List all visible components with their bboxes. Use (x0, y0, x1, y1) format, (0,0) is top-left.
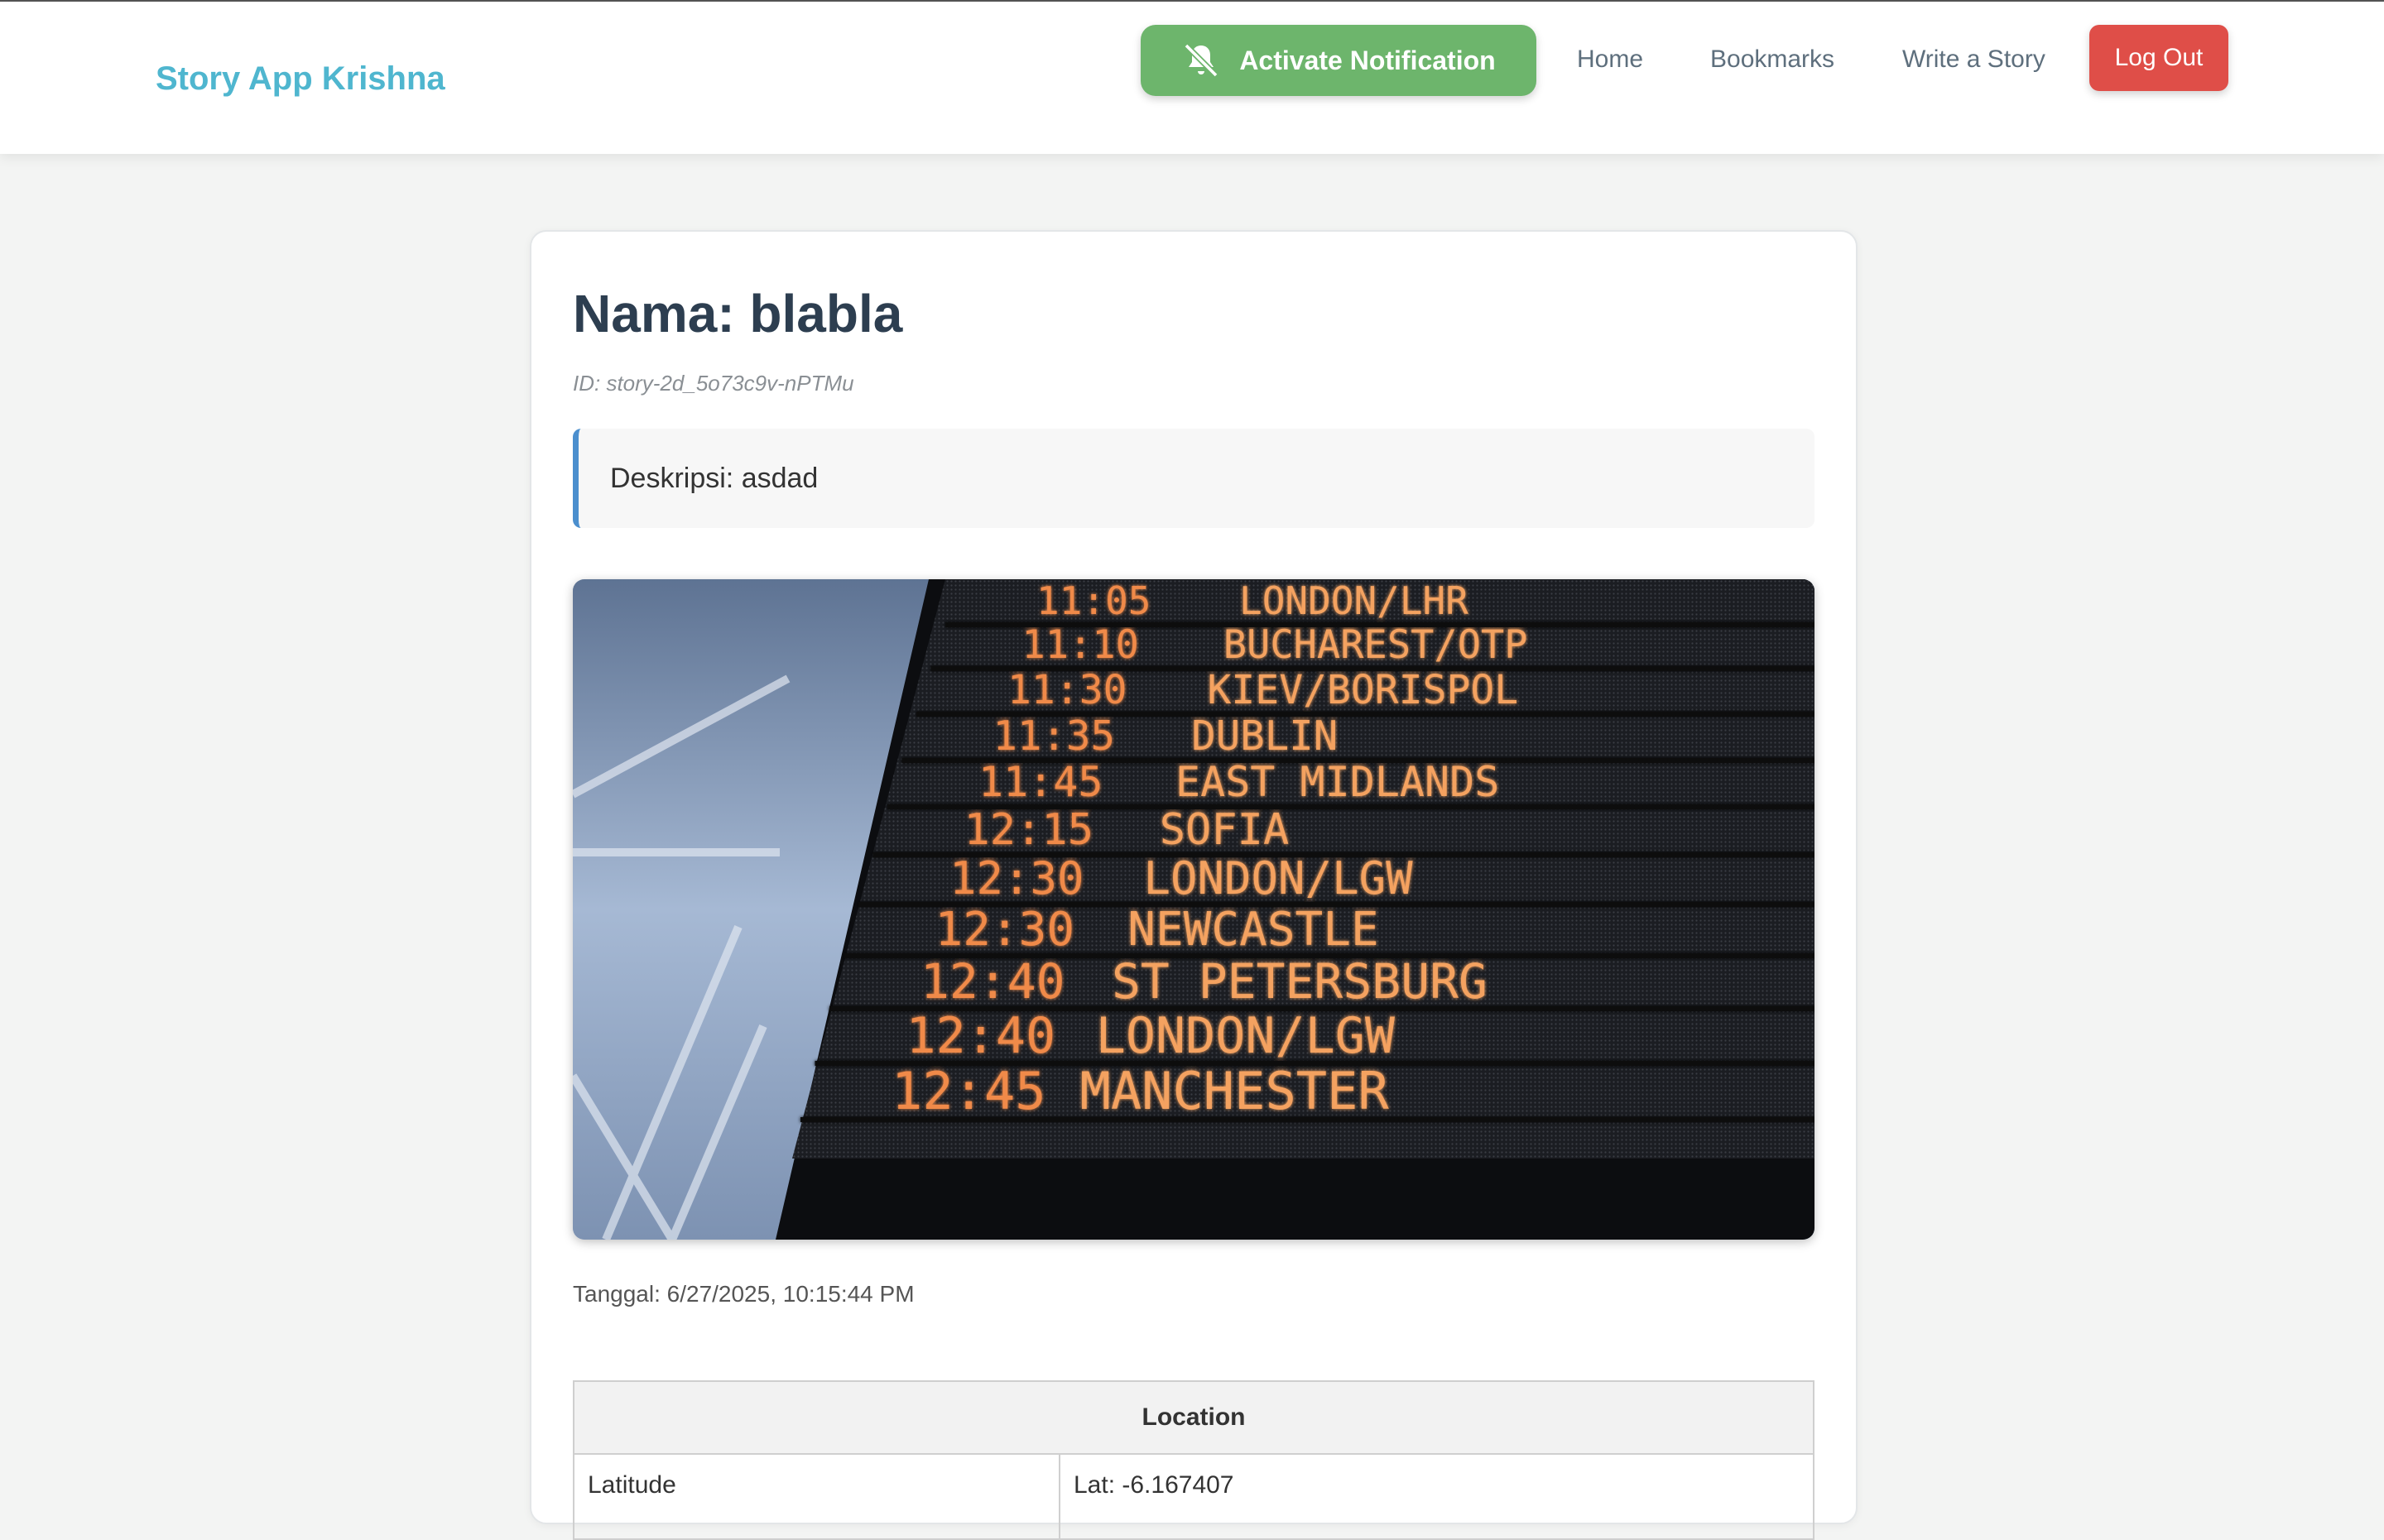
story-id: ID: story-2d_5o73c9v-nPTMu (573, 371, 854, 396)
board-time: 11:10 (1022, 622, 1139, 668)
board-time: 12:40 (906, 1007, 1056, 1065)
board-destination: LONDON/LGW (1144, 852, 1414, 904)
board-destination: BUCHAREST/OTP (1223, 622, 1528, 668)
board-time: 12:15 (964, 805, 1094, 855)
board-destination: EAST MIDLANDS (1175, 758, 1499, 806)
location-table-header: Location (573, 1380, 1814, 1455)
story-description-text: Deskripsi: asdad (610, 462, 819, 494)
location-table: Location Latitude Lat: -6.167407 (573, 1380, 1814, 1540)
board-time: 11:45 (978, 758, 1103, 806)
nav-write-story[interactable]: Write a Story (1902, 43, 2045, 76)
app-header: Story App Krishna Activate Notification … (0, 2, 2384, 154)
board-time: 11:05 (1036, 579, 1151, 623)
board-time: 12:30 (935, 903, 1075, 957)
activate-notification-label: Activate Notification (1239, 45, 1496, 75)
nav-bookmarks[interactable]: Bookmarks (1710, 43, 1834, 76)
story-detail-card: Nama: blabla ID: story-2d_5o73c9v-nPTMu … (530, 230, 1858, 1540)
story-description: Deskripsi: asdad (573, 429, 1814, 528)
story-name: Nama: blabla (573, 284, 903, 343)
board-destination: LONDON/LGW (1096, 1007, 1396, 1065)
main-nav: Activate Notification Home Bookmarks Wri… (0, 25, 2384, 99)
board-time: 11:30 (1007, 667, 1127, 713)
board-time: 11:35 (993, 712, 1116, 760)
board-destination: DUBLIN (1191, 712, 1338, 760)
board-destination: SOFIA (1160, 805, 1290, 855)
board-destination: KIEV/BORISPOL (1208, 667, 1519, 713)
latitude-label: Latitude (573, 1453, 1060, 1540)
bell-off-icon (1184, 43, 1218, 78)
board-destination: MANCHESTER (1080, 1061, 1390, 1121)
latitude-value: Lat: -6.167407 (1059, 1453, 1814, 1540)
story-date: Tanggal: 6/27/2025, 10:15:44 PM (573, 1281, 915, 1307)
board-destination: ST PETERSBURG (1112, 953, 1488, 1010)
activate-notification-button[interactable]: Activate Notification (1141, 25, 1536, 96)
board-destination: NEWCASTLE (1127, 903, 1378, 957)
nav-home[interactable]: Home (1577, 43, 1643, 76)
table-row: Latitude Lat: -6.167407 (573, 1453, 1814, 1540)
board-time: 12:45 (892, 1061, 1046, 1121)
log-out-button[interactable]: Log Out (2089, 25, 2228, 91)
board-destination: LONDON/LHR (1239, 579, 1468, 623)
story-photo: 11:05 LONDON/LHR 11:10 BUCHAREST/OTP 11:30 KI… (573, 579, 1814, 1240)
board-time: 12:40 (920, 953, 1065, 1010)
board-time: 12:30 (949, 852, 1084, 904)
departure-board-image: 11:05 LONDON/LHR 11:10 BUCHAREST/OTP 11:30 KI… (573, 579, 1814, 1240)
